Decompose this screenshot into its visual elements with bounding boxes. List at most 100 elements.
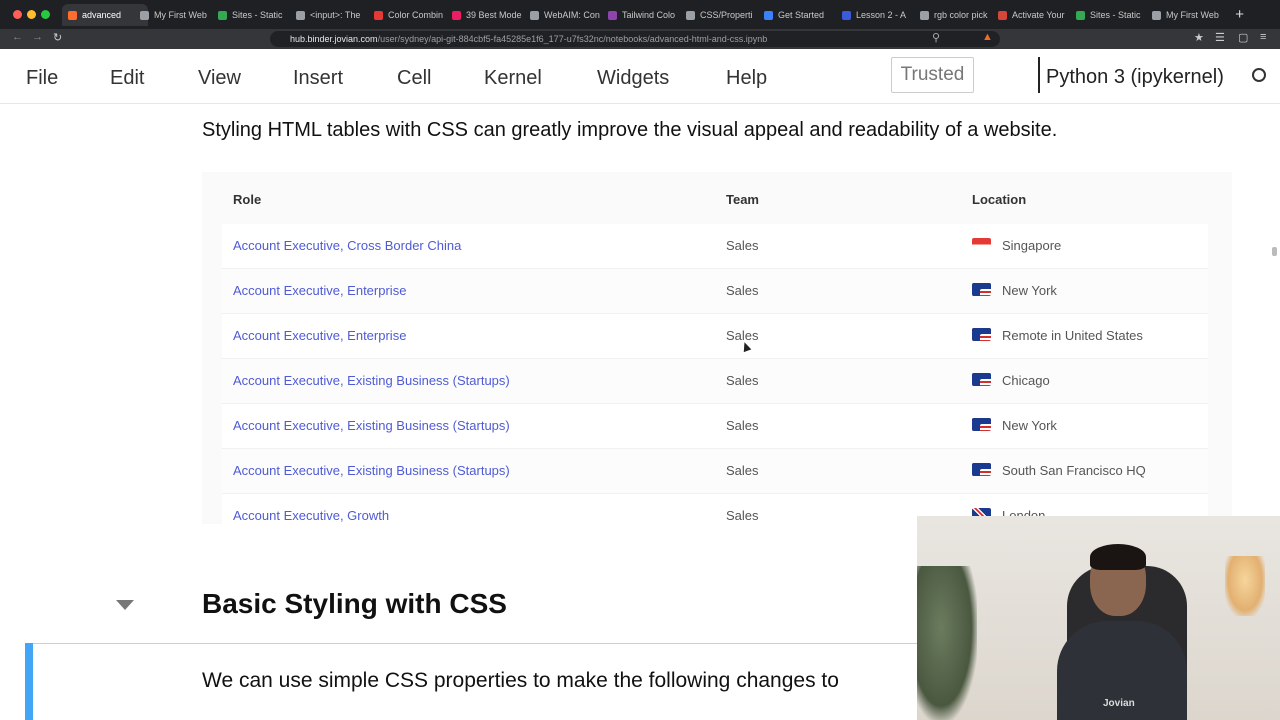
sg-flag-icon	[972, 238, 991, 251]
tab-label: <input>: The	[310, 10, 361, 20]
browser-tab[interactable]: <input>: The	[296, 5, 370, 25]
new-tab-button[interactable]: +	[1235, 6, 1244, 23]
menu-edit[interactable]: Edit	[110, 67, 144, 90]
us-flag-icon	[972, 283, 991, 296]
location-cell: New York	[1002, 283, 1057, 298]
browser-tab[interactable]: Sites - Static	[218, 5, 292, 25]
kernel-name[interactable]: Python 3 (ipykernel)	[1046, 66, 1224, 89]
menu-kernel[interactable]: Kernel	[484, 67, 542, 90]
browser-tab[interactable]: Lesson 2 - A	[842, 5, 916, 25]
selected-cell-indicator	[25, 643, 33, 720]
browser-tab[interactable]: Sites - Static	[1076, 5, 1150, 25]
us-flag-icon	[972, 463, 991, 476]
role-link[interactable]: Account Executive, Enterprise	[233, 283, 406, 298]
role-link[interactable]: Account Executive, Existing Business (St…	[233, 373, 510, 388]
menu-cell[interactable]: Cell	[397, 67, 431, 90]
tab-label: Sites - Static	[232, 10, 283, 20]
url-field[interactable]: hub.binder.jovian.com/user/sydney/api-gi…	[270, 31, 1000, 47]
tab-label: Tailwind Colo	[622, 10, 676, 20]
zoom-icon[interactable]: ⚲	[932, 31, 940, 44]
scrollbar-thumb[interactable]	[1272, 247, 1277, 256]
tab-label: My First Web	[154, 10, 207, 20]
browser-tab[interactable]: advanced	[62, 4, 148, 26]
browser-tab[interactable]: CSS/Properti	[686, 5, 760, 25]
menu-file[interactable]: File	[26, 67, 58, 90]
menu-view[interactable]: View	[198, 67, 241, 90]
table-row: Account Executive, Enterprise Sales Remote…	[222, 314, 1208, 359]
team-cell: Sales	[726, 328, 759, 343]
tab-label: Activate Your	[1012, 10, 1065, 20]
intro-text: Styling HTML tables with CSS can greatly…	[202, 119, 1058, 141]
tab-favicon-icon	[998, 10, 1007, 20]
kernel-divider	[1038, 57, 1040, 93]
browser-tab[interactable]: My First Web	[140, 5, 214, 25]
team-cell: Sales	[726, 418, 759, 433]
forward-icon[interactable]: →	[32, 31, 43, 43]
tab-label: My First Web	[1166, 10, 1219, 20]
tab-favicon-icon	[530, 10, 539, 20]
role-link[interactable]: Account Executive, Existing Business (St…	[233, 463, 510, 478]
trusted-indicator[interactable]: Trusted	[891, 57, 974, 93]
hoodie-logo: Jovian	[1103, 698, 1135, 709]
brave-shield-icon[interactable]: ▲	[982, 31, 993, 43]
tab-favicon-icon	[608, 10, 617, 20]
browser-tab[interactable]: 39 Best Mode	[452, 5, 526, 25]
role-link[interactable]: Account Executive, Enterprise	[233, 328, 406, 343]
tab-favicon-icon	[218, 10, 227, 20]
tab-favicon-icon	[140, 10, 149, 20]
team-cell: Sales	[726, 508, 759, 523]
tab-label: Get Started	[778, 10, 825, 20]
column-header-role: Role	[233, 192, 262, 207]
us-flag-icon	[972, 328, 991, 341]
location-cell: Chicago	[1002, 373, 1050, 388]
tab-favicon-icon	[920, 10, 929, 20]
location-cell: New York	[1002, 418, 1057, 433]
menu-insert[interactable]: Insert	[293, 67, 343, 90]
role-link[interactable]: Account Executive, Cross Border China	[233, 238, 461, 253]
presenter-hair	[1090, 544, 1146, 570]
browser-tab-bar: advanced My First Web Sites - Static <input…	[0, 0, 1280, 29]
location-cell: South San Francisco HQ	[1002, 463, 1146, 478]
team-cell: Sales	[726, 238, 759, 253]
table-body: Account Executive, Cross Border China Sal…	[222, 224, 1208, 524]
menu-widgets[interactable]: Widgets	[597, 67, 669, 90]
tab-favicon-icon	[1076, 10, 1085, 20]
tab-label: Lesson 2 - A	[856, 10, 907, 20]
tab-label: rgb color pick	[934, 10, 988, 20]
browser-tab[interactable]: Get Started	[764, 5, 838, 25]
tab-favicon-icon	[452, 10, 461, 20]
reading-list-icon[interactable]: ☰	[1215, 31, 1225, 44]
cell-border	[25, 643, 925, 644]
role-link[interactable]: Account Executive, Growth	[233, 508, 389, 523]
browser-tab[interactable]: rgb color pick	[920, 5, 994, 25]
minimize-window-icon[interactable]	[27, 10, 36, 19]
webcam-overlay: Jovian	[917, 516, 1280, 720]
lamp-image	[1225, 556, 1265, 616]
browser-tab[interactable]: WebAIM: Con	[530, 5, 604, 25]
us-flag-icon	[972, 418, 991, 431]
collapse-heading-icon[interactable]	[116, 600, 134, 610]
reload-icon[interactable]: ↻	[53, 31, 62, 44]
role-link[interactable]: Account Executive, Existing Business (St…	[233, 418, 510, 433]
tab-favicon-icon	[686, 10, 695, 20]
plant-image	[917, 566, 977, 720]
menu-help[interactable]: Help	[726, 67, 767, 90]
menu-icon[interactable]: ≡	[1260, 31, 1266, 43]
browser-tab[interactable]: Activate Your	[998, 5, 1072, 25]
tab-favicon-icon	[1152, 10, 1161, 20]
browser-tab[interactable]: Color Combin	[374, 5, 448, 25]
team-cell: Sales	[726, 463, 759, 478]
jobs-table: Role Team Location Account Executive, Cr…	[202, 172, 1232, 524]
back-icon[interactable]: ←	[12, 31, 23, 43]
tab-favicon-icon	[842, 10, 851, 20]
table-row: Account Executive, Existing Business (St…	[222, 449, 1208, 494]
table-row: Account Executive, Existing Business (St…	[222, 359, 1208, 404]
table-row: Account Executive, Existing Business (St…	[222, 404, 1208, 449]
extensions-icon[interactable]: ★	[1194, 31, 1204, 44]
browser-tab[interactable]: Tailwind Colo	[608, 5, 682, 25]
maximize-window-icon[interactable]	[41, 10, 50, 19]
browser-tab[interactable]: My First Web	[1152, 5, 1226, 25]
sidebar-icon[interactable]: ▢	[1238, 31, 1248, 44]
close-window-icon[interactable]	[13, 10, 22, 19]
tab-label: 39 Best Mode	[466, 10, 522, 20]
